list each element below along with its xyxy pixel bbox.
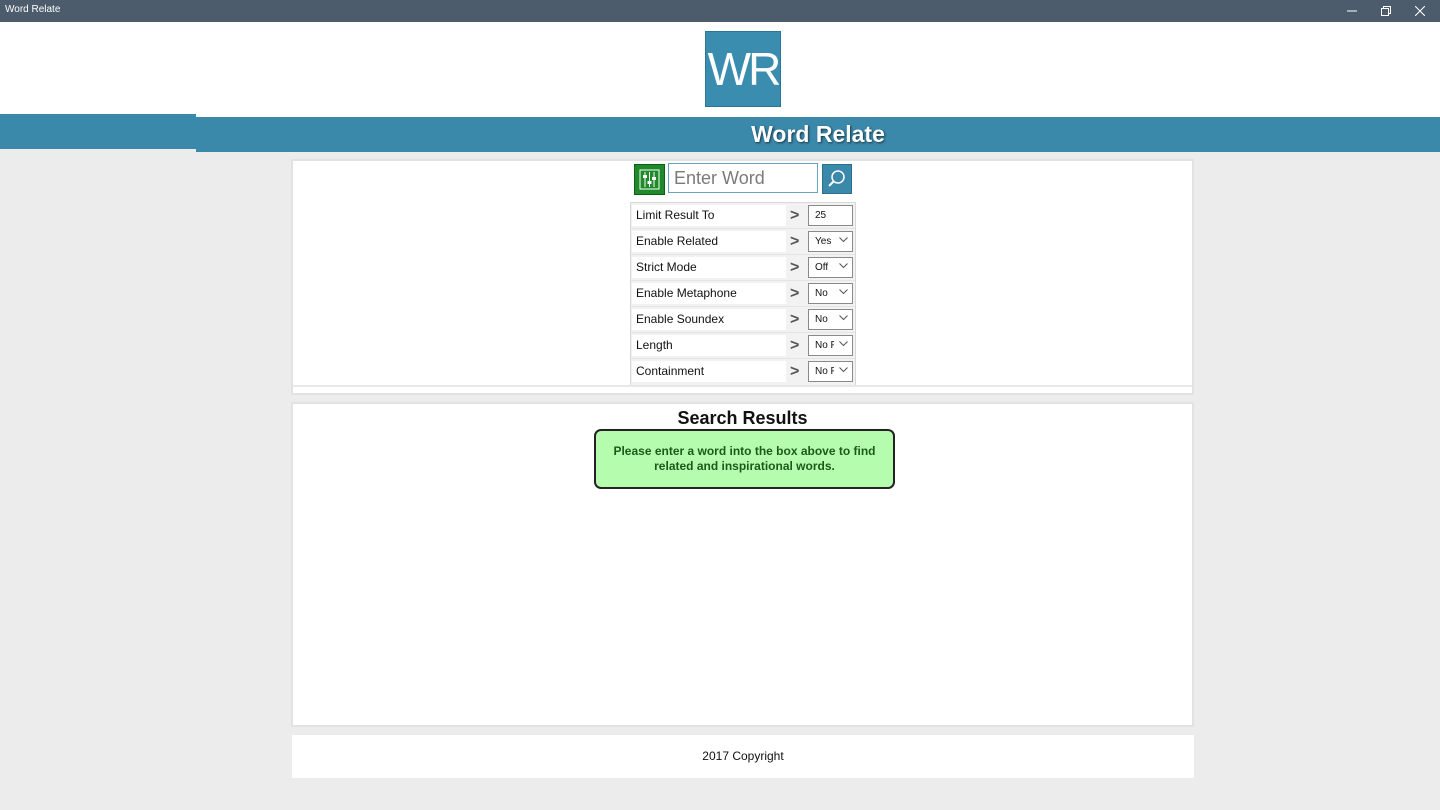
- option-row-strict-mode: Strict Mode > Off: [631, 255, 855, 281]
- option-arrow: >: [790, 363, 800, 380]
- panel-divider: [293, 385, 1192, 387]
- option-arrow: >: [790, 259, 800, 276]
- restore-button[interactable]: [1369, 0, 1403, 22]
- option-label: Limit Result To: [632, 205, 786, 226]
- enable-related-select[interactable]: Yes: [808, 231, 853, 252]
- option-arrow: >: [790, 207, 800, 224]
- title-banner: Word Relate: [196, 117, 1440, 152]
- search-options-table: Limit Result To > 25 Enable Related > Ye…: [630, 202, 856, 386]
- minimize-button[interactable]: [1335, 0, 1369, 22]
- restore-icon: [1381, 6, 1391, 16]
- option-label: Enable Soundex: [632, 309, 786, 330]
- option-value: No F: [815, 340, 834, 351]
- search-button[interactable]: [822, 164, 852, 194]
- close-icon: [1415, 6, 1425, 16]
- sliders-icon: [639, 169, 660, 190]
- option-row-length: Length > No F: [631, 333, 855, 359]
- option-row-enable-related: Enable Related > Yes: [631, 229, 855, 255]
- chevron-down-icon: [839, 289, 848, 295]
- filter-settings-button[interactable]: [634, 164, 665, 195]
- option-arrow: >: [790, 337, 800, 354]
- header-left-strip: [0, 22, 196, 114]
- banner-left-segment: [0, 114, 196, 149]
- app-logo: WR: [705, 31, 781, 107]
- results-title: Search Results: [677, 408, 808, 428]
- option-row-containment: Containment > No F: [631, 359, 855, 385]
- window-title: Word Relate: [5, 4, 61, 15]
- option-value: Off: [815, 262, 829, 273]
- minimize-icon: [1347, 10, 1357, 12]
- empty-results-notice: Please enter a word into the box above t…: [594, 429, 895, 489]
- magnifier-icon: [828, 170, 845, 187]
- close-button[interactable]: [1403, 0, 1437, 22]
- option-value: 25: [815, 210, 827, 221]
- notice-text: Please enter a word into the box above t…: [613, 444, 876, 473]
- option-row-enable-soundex: Enable Soundex > No: [631, 307, 855, 333]
- search-panel: Limit Result To > 25 Enable Related > Ye…: [291, 159, 1194, 395]
- chevron-down-icon: [839, 341, 848, 347]
- option-row-enable-metaphone: Enable Metaphone > No: [631, 281, 855, 307]
- chevron-down-icon: [839, 367, 848, 373]
- limit-result-input[interactable]: 25: [808, 205, 853, 226]
- option-label: Containment: [632, 361, 786, 382]
- page-title: Word Relate: [751, 121, 885, 147]
- length-select[interactable]: No F: [808, 335, 853, 356]
- chevron-down-icon: [839, 263, 848, 269]
- option-label: Length: [632, 335, 786, 356]
- footer: 2017 Copyright: [292, 735, 1194, 778]
- window-titlebar: Word Relate: [0, 0, 1440, 22]
- chevron-down-icon: [839, 315, 848, 321]
- option-row-limit-result: Limit Result To > 25: [631, 203, 855, 229]
- option-label: Enable Related: [632, 231, 786, 252]
- option-value: No F: [815, 366, 834, 377]
- word-search-input[interactable]: [668, 163, 818, 193]
- enable-metaphone-select[interactable]: No: [808, 283, 853, 304]
- containment-select[interactable]: No F: [808, 361, 853, 382]
- copyright-text: 2017 Copyright: [702, 749, 784, 763]
- enable-soundex-select[interactable]: No: [808, 309, 853, 330]
- option-arrow: >: [790, 285, 800, 302]
- option-arrow: >: [790, 311, 800, 328]
- results-panel: Search Results Please enter a word into …: [291, 402, 1194, 727]
- strict-mode-select[interactable]: Off: [808, 257, 853, 278]
- option-value: No: [815, 314, 828, 325]
- option-label: Enable Metaphone: [632, 283, 786, 304]
- logo-text: WR: [707, 43, 782, 95]
- option-value: No: [815, 288, 828, 299]
- option-label: Strict Mode: [632, 257, 786, 278]
- option-value: Yes: [815, 236, 832, 247]
- option-arrow: >: [790, 233, 800, 250]
- chevron-down-icon: [839, 237, 848, 243]
